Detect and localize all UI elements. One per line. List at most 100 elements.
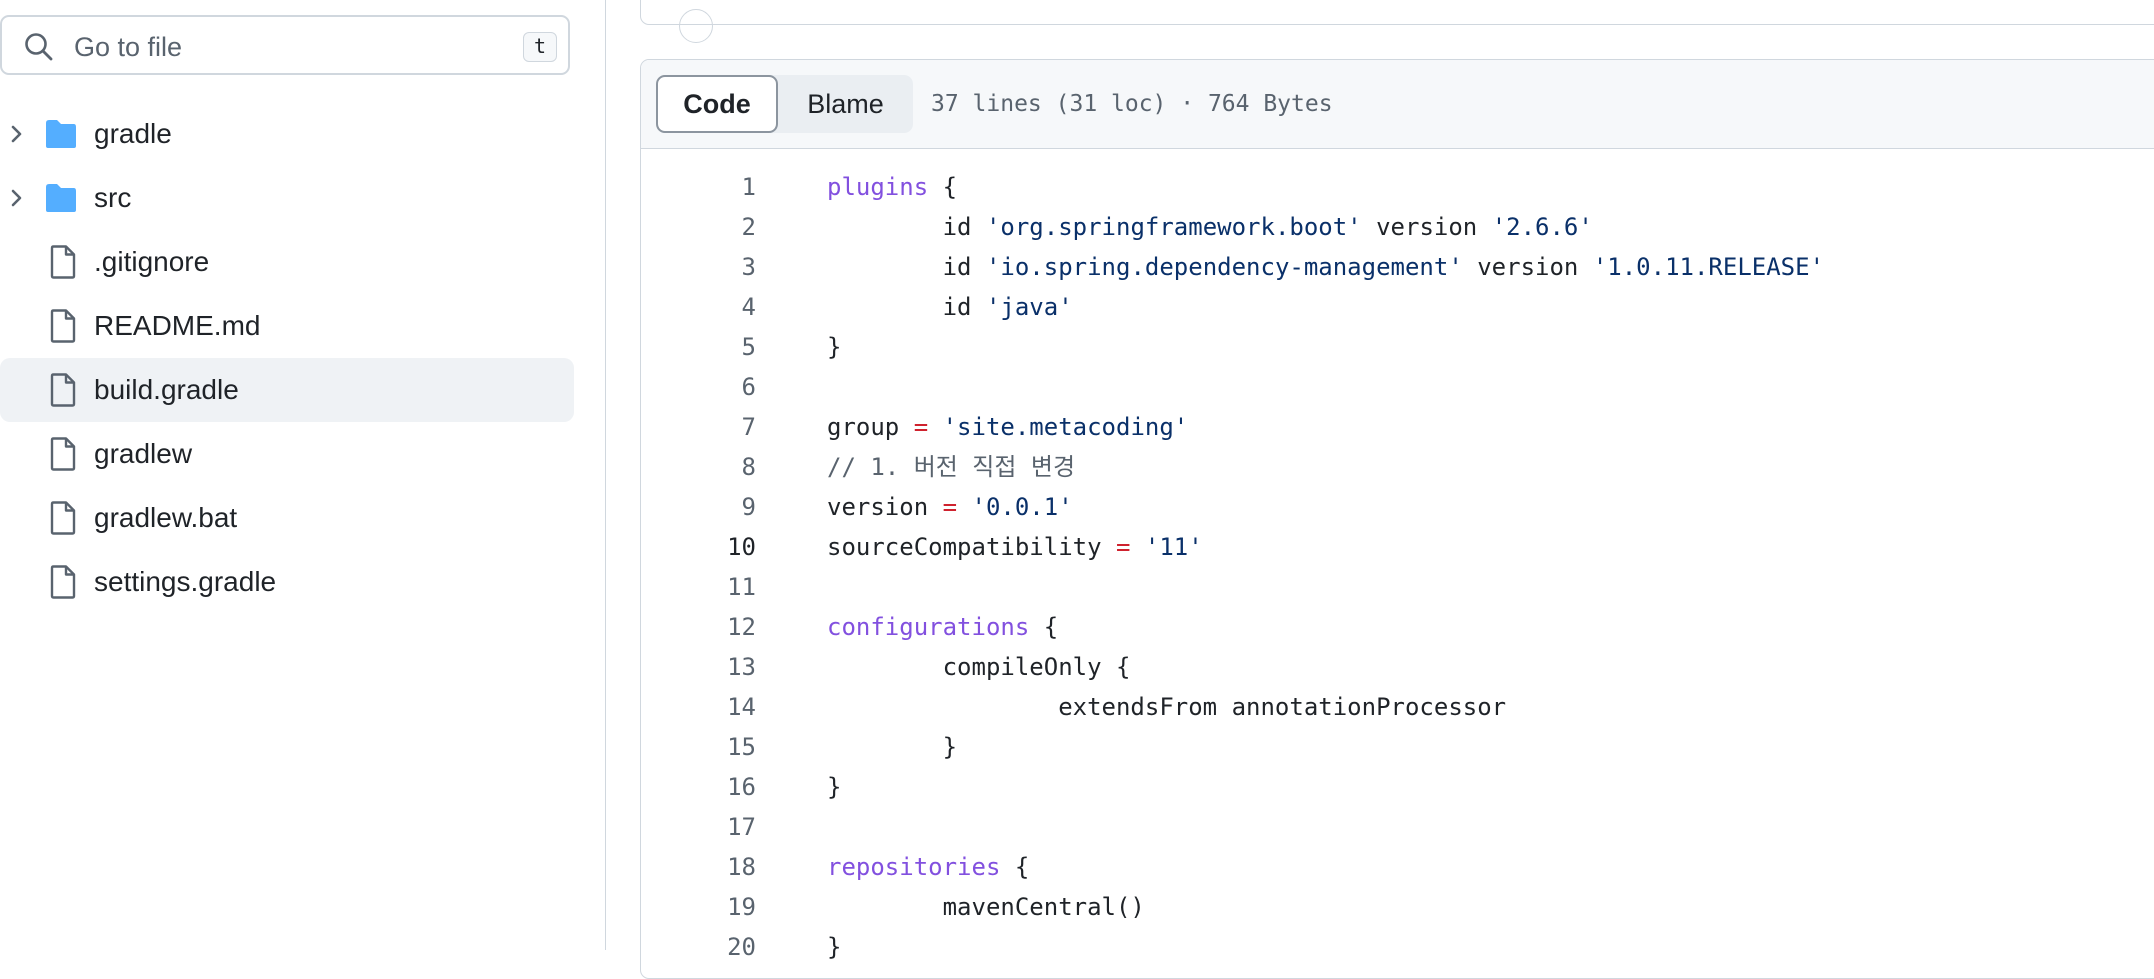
tree-item-label: build.gradle bbox=[94, 374, 239, 405]
code-text: version = '0.0.1' bbox=[827, 487, 1073, 527]
code-text: mavenCentral() bbox=[827, 887, 1145, 927]
code-token: repositories bbox=[827, 853, 1001, 881]
file-icon bbox=[49, 373, 77, 407]
line-number[interactable]: 5 bbox=[641, 327, 756, 367]
line-number[interactable]: 18 bbox=[641, 847, 756, 887]
file-tree-sidebar: Go to file t gradle src .gitignore README.m… bbox=[0, 0, 606, 950]
file-icon bbox=[49, 565, 77, 599]
tree-item-label: .gitignore bbox=[94, 246, 210, 277]
code-token: '11' bbox=[1144, 533, 1203, 561]
code-token: plugins bbox=[827, 173, 929, 201]
code-line: 12 configurations { bbox=[641, 607, 2154, 647]
code-token: '2.6.6' bbox=[1491, 213, 1593, 241]
tree-item-readme-md[interactable]: README.md bbox=[0, 294, 574, 358]
code-token: } bbox=[827, 333, 842, 361]
code-token: version bbox=[827, 493, 943, 521]
code-token: = bbox=[1115, 533, 1131, 561]
code-line: 4 id 'java' bbox=[641, 287, 2154, 327]
search-icon bbox=[25, 33, 53, 61]
code-line: 18 repositories { bbox=[641, 847, 2154, 887]
code-line: 17 bbox=[641, 807, 2154, 847]
tree-item-label: README.md bbox=[94, 310, 261, 341]
file-tree: gradle src .gitignore README.md build.gradle… bbox=[0, 102, 574, 614]
line-number[interactable]: 19 bbox=[641, 887, 756, 927]
code-line: 20} bbox=[641, 927, 2154, 967]
line-number[interactable]: 20 bbox=[641, 927, 756, 967]
code-token: id bbox=[827, 293, 986, 321]
line-number[interactable]: 13 bbox=[641, 647, 756, 687]
line-number[interactable]: 6 bbox=[641, 367, 756, 407]
avatar[interactable] bbox=[679, 9, 713, 43]
code-token: id bbox=[827, 213, 986, 241]
code-token: 'io.spring.dependency-management' bbox=[985, 253, 1463, 281]
chevron-right-icon[interactable] bbox=[4, 186, 28, 210]
line-number[interactable]: 15 bbox=[641, 727, 756, 767]
blame-tab-button[interactable]: Blame bbox=[778, 75, 913, 133]
line-number[interactable]: 3 bbox=[641, 247, 756, 287]
code-text: plugins { bbox=[827, 167, 957, 207]
code-tab-button[interactable]: Code bbox=[656, 75, 778, 133]
line-number[interactable]: 1 bbox=[641, 167, 756, 207]
code-text: id 'java' bbox=[827, 287, 1073, 327]
tree-item-gradle[interactable]: gradle bbox=[0, 102, 574, 166]
code-line: 11 bbox=[641, 567, 2154, 607]
code-text: id 'org.springframework.boot' version '2… bbox=[827, 207, 1593, 247]
code-text: group = 'site.metacoding' bbox=[827, 407, 1188, 447]
line-number[interactable]: 4 bbox=[641, 287, 756, 327]
line-number[interactable]: 14 bbox=[641, 687, 756, 727]
code-token: version bbox=[1361, 213, 1492, 241]
code-line: 19 mavenCentral() bbox=[641, 887, 2154, 927]
line-number[interactable]: 11 bbox=[641, 567, 756, 607]
file-header: Code Blame 37 lines (31 loc) · 764 Bytes bbox=[641, 60, 2154, 149]
code-line: 15 } bbox=[641, 727, 2154, 767]
line-number[interactable]: 10 bbox=[641, 527, 756, 567]
code-line: 9 version = '0.0.1' bbox=[641, 487, 2154, 527]
code-text: repositories { bbox=[827, 847, 1029, 887]
tree-item-build-gradle[interactable]: build.gradle bbox=[0, 358, 574, 422]
view-mode-toggle: Code Blame bbox=[656, 75, 913, 133]
code-token: { bbox=[928, 173, 958, 201]
code-token: id bbox=[827, 253, 986, 281]
line-number[interactable]: 17 bbox=[641, 807, 756, 847]
code-token: = bbox=[942, 493, 958, 521]
code-text: sourceCompatibility = '11' bbox=[827, 527, 1203, 567]
tree-item-settings-gradle[interactable]: settings.gradle bbox=[0, 550, 574, 614]
line-number[interactable]: 2 bbox=[641, 207, 756, 247]
code-text: } bbox=[827, 927, 841, 967]
code-line: 13 compileOnly { bbox=[641, 647, 2154, 687]
code-line: 14 extendsFrom annotationProcessor bbox=[641, 687, 2154, 727]
search-input[interactable]: Go to file bbox=[74, 31, 182, 63]
code-token: version bbox=[1462, 253, 1593, 281]
code-token: } bbox=[827, 733, 958, 761]
code-token: 'java' bbox=[985, 293, 1073, 321]
code-line: 2 id 'org.springframework.boot' version … bbox=[641, 207, 2154, 247]
code-text: id 'io.spring.dependency-management' ver… bbox=[827, 247, 1824, 287]
code-text: compileOnly { bbox=[827, 647, 1131, 687]
code-token: 'org.springframework.boot' bbox=[985, 213, 1362, 241]
code-text: } bbox=[827, 727, 957, 767]
line-number[interactable]: 8 bbox=[641, 447, 756, 487]
folder-icon bbox=[44, 119, 78, 149]
tree-item-src[interactable]: src bbox=[0, 166, 574, 230]
tree-item-gradlew[interactable]: gradlew bbox=[0, 422, 574, 486]
file-icon bbox=[49, 309, 77, 343]
code-token: group bbox=[827, 413, 914, 441]
code-token: } bbox=[827, 933, 842, 961]
code-token: { bbox=[1029, 613, 1059, 641]
line-number[interactable]: 7 bbox=[641, 407, 756, 447]
line-number[interactable]: 16 bbox=[641, 767, 756, 807]
go-to-file-search[interactable]: Go to file t bbox=[0, 15, 570, 75]
line-number[interactable]: 9 bbox=[641, 487, 756, 527]
tree-item-gitignore[interactable]: .gitignore bbox=[0, 230, 574, 294]
line-number[interactable]: 12 bbox=[641, 607, 756, 647]
code-line: 1 plugins { bbox=[641, 167, 2154, 207]
chevron-right-icon[interactable] bbox=[4, 122, 28, 146]
code-line: 16} bbox=[641, 767, 2154, 807]
code-text: extendsFrom annotationProcessor bbox=[827, 687, 1506, 727]
code-line: 3 id 'io.spring.dependency-management' v… bbox=[641, 247, 2154, 287]
code-token: compileOnly { bbox=[827, 653, 1131, 681]
code-token: '0.0.1' bbox=[971, 493, 1073, 521]
tree-item-gradlew-bat[interactable]: gradlew.bat bbox=[0, 486, 574, 550]
